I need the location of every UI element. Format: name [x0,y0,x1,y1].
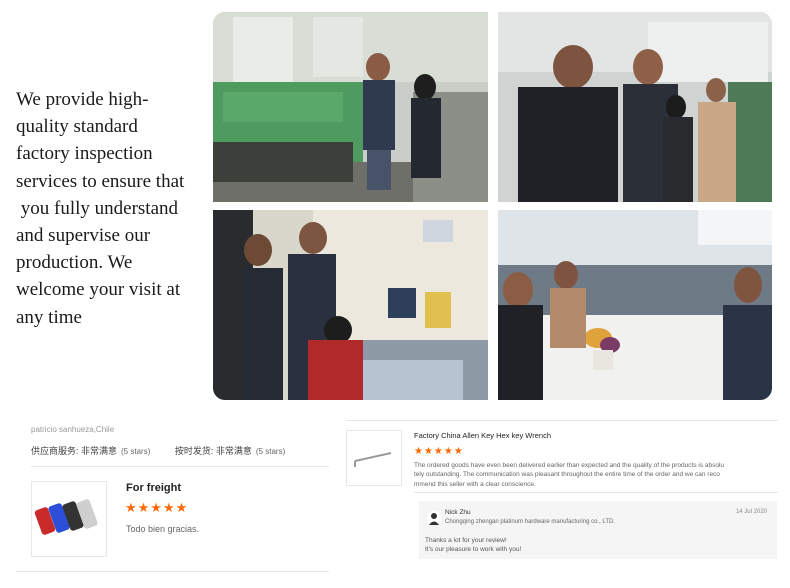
star-rating-icon: ★★★★★ [125,500,189,515]
intro-line: We provide high- [16,89,149,110]
allen-key-icon [354,452,392,467]
intro-line: services to ensure that [16,170,185,192]
factory-inspection-photo-1 [213,12,488,202]
reply-company: Chongqing zhengan platinum hardware manu… [445,519,615,525]
reply-message: Thanks a lot for your review! It's our p… [425,536,521,554]
user-avatar-icon [429,513,439,525]
intro-line: quality standard [16,116,138,138]
factory-inspection-photo-2 [498,12,772,202]
rating-label: 供应商服务: 非常满意 [31,446,118,456]
review-text: The ordered goods have even been deliver… [414,461,760,489]
reply-line: Thanks a lot for your review! [425,537,507,544]
reviewer-name: patricio sanhueza,Chile [31,425,115,434]
divider [31,466,329,467]
rating-stars-text: (5 stars) [121,447,151,456]
reply-author: Nick Zhu [445,509,471,516]
intro-line: production. We [16,252,133,274]
on-time-shipment-rating: 按时发货: 非常满意 (5 stars) [175,444,285,457]
hex-key-set-icon [34,499,98,535]
review-text-line: The ordered goods have even been deliver… [414,462,725,469]
intro-line: any time [16,306,82,328]
intro-line: you fully understand [16,197,179,219]
review-text-line: mmend this seller with a clear conscienc… [414,480,536,488]
product-thumbnail[interactable] [31,481,107,557]
intro-line: and supervise our [16,225,151,247]
review-text: Todo bien gracias. [126,524,200,534]
divider [346,420,778,421]
product-title[interactable]: Factory China Allen Key Hex key Wrench [414,431,551,440]
rating-stars-text: (5 stars) [255,447,286,456]
star-rating-icon: ★★★★★ [414,446,464,457]
review-text-line: tely outstanding. The communication was … [414,471,720,479]
intro-text: We provide high- quality standard factor… [16,86,208,331]
intro-line: welcome your visit at [16,279,181,301]
factory-inspection-photo-3 [213,210,488,400]
product-thumbnail[interactable] [346,430,402,486]
rating-summary: 供应商服务: 非常满意 (5 stars) 按时发货: 非常满意 (5 stars) [31,444,307,457]
factory-meeting-photo-4 [498,210,772,400]
rating-label: 按时发货: 非常满意 [174,446,252,456]
product-title[interactable]: For freight [126,482,181,494]
divider [414,492,778,493]
avatar [427,511,441,525]
intro-line: factory inspection [16,143,153,165]
supplier-service-rating: 供应商服务: 非常满意 (5 stars) [31,444,150,457]
divider [16,571,329,572]
reply-date: 14 Jul 2020 [735,509,767,515]
seller-reply: Nick Zhu Chongqing zhengan platinum hard… [419,501,777,559]
reply-line: It's our pleasure to work with you! [425,546,522,553]
